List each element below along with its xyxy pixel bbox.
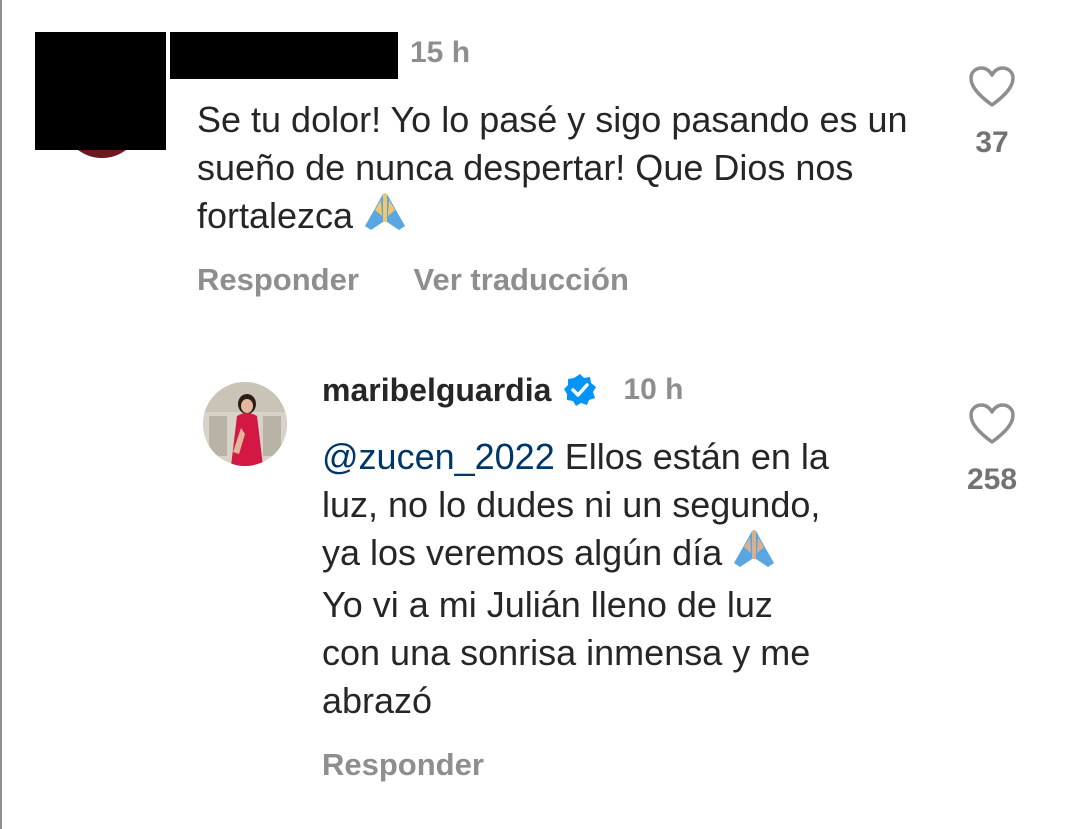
comment-timestamp: 15 h bbox=[410, 36, 471, 69]
reply-line: luz, no lo dudes ni un segundo, bbox=[322, 484, 821, 525]
window-edge bbox=[0, 0, 2, 829]
redaction-box bbox=[170, 32, 398, 79]
reply-text: @zucen_2022 Ellos están en la luz, no lo… bbox=[322, 433, 922, 725]
reply-button[interactable]: Responder bbox=[197, 262, 359, 297]
comment-text-body: Se tu dolor! Yo lo pasé y sigo pasando e… bbox=[197, 99, 908, 236]
comment-actions: Responder Ver traducción bbox=[197, 262, 629, 298]
reply-line: @zucen_2022 Ellos están en la bbox=[322, 433, 922, 481]
reply-text-segment: Ellos están en la bbox=[554, 436, 829, 477]
like-count: 37 bbox=[975, 126, 1009, 159]
reply-text-segment: ya los veremos algún día bbox=[322, 532, 723, 573]
reply-button[interactable]: Responder bbox=[322, 747, 484, 782]
like-button[interactable]: 258 bbox=[952, 403, 1032, 497]
reply-timestamp: 10 h bbox=[623, 373, 684, 406]
avatar[interactable] bbox=[203, 382, 287, 466]
heart-outline-icon bbox=[969, 66, 1015, 107]
folded-hands-emoji bbox=[730, 529, 778, 581]
like-button[interactable]: 37 bbox=[952, 66, 1032, 160]
like-count: 258 bbox=[966, 463, 1018, 496]
reply-actions: Responder bbox=[322, 747, 484, 783]
reply-header: maribelguardia 10 h bbox=[322, 370, 683, 410]
heart-outline-icon bbox=[969, 403, 1015, 444]
mention-link[interactable]: @zucen_2022 bbox=[322, 436, 555, 477]
reply-line: ya los veremos algún día bbox=[322, 529, 922, 581]
verified-badge-icon bbox=[564, 374, 597, 406]
folded-hands-emoji bbox=[361, 192, 409, 244]
reply-line: Yo vi a mi Julián lleno de luz bbox=[322, 584, 773, 625]
reply-line: con una sonrisa inmensa y me bbox=[322, 632, 811, 673]
redaction-box bbox=[35, 32, 166, 150]
translate-button[interactable]: Ver traducción bbox=[414, 262, 629, 297]
reply-line: abrazó bbox=[322, 680, 433, 721]
comment-text: Se tu dolor! Yo lo pasé y sigo pasando e… bbox=[197, 96, 917, 244]
username-link[interactable]: maribelguardia bbox=[322, 372, 551, 409]
